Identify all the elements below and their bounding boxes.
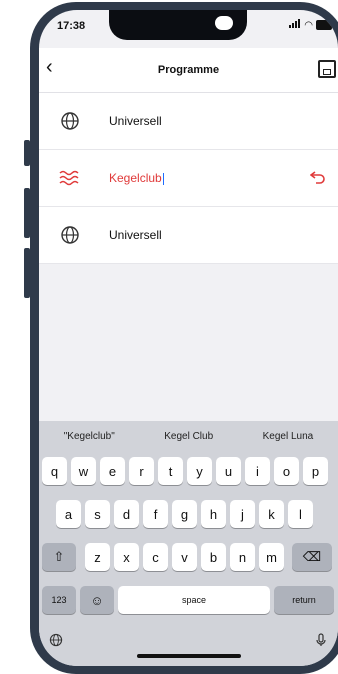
- list-item[interactable]: Universell: [39, 207, 338, 264]
- status-icons: ◠: [289, 19, 332, 31]
- on-screen-keyboard: "Kegelclub" Kegel Club Kegel Luna q w e …: [39, 421, 338, 666]
- camera-icon: [215, 16, 233, 30]
- key-row-3: ⇧ z x c v b n m ⌫: [39, 543, 338, 573]
- status-time: 17:38: [57, 20, 86, 32]
- delete-key[interactable]: ⌫: [292, 543, 332, 571]
- page-title: Programme: [157, 64, 220, 76]
- globe-icon[interactable]: [49, 633, 63, 650]
- key-a[interactable]: a: [56, 500, 81, 528]
- key-z[interactable]: z: [85, 543, 110, 571]
- key-i[interactable]: i: [245, 457, 270, 485]
- text-cursor: [162, 172, 164, 185]
- return-key[interactable]: return: [274, 586, 334, 614]
- emoji-icon: ☺: [90, 592, 104, 608]
- battery-icon: [316, 20, 332, 30]
- key-g[interactable]: g: [172, 500, 197, 528]
- save-icon[interactable]: [318, 60, 336, 78]
- key-row-1: q w e r t y u i o p: [39, 457, 338, 487]
- globe-icon: [59, 224, 81, 246]
- key-t[interactable]: t: [158, 457, 183, 485]
- numbers-key[interactable]: 123: [42, 586, 76, 614]
- key-m[interactable]: m: [259, 543, 284, 571]
- key-row-2: a s d f g h j k l: [39, 500, 338, 530]
- key-p[interactable]: p: [303, 457, 328, 485]
- wifi-icon: ◠: [304, 19, 313, 31]
- key-q[interactable]: q: [42, 457, 67, 485]
- list-item-active[interactable]: Kegelclub: [39, 150, 338, 207]
- key-b[interactable]: b: [201, 543, 226, 571]
- suggestion-item[interactable]: Kegel Club: [164, 431, 213, 442]
- key-u[interactable]: u: [216, 457, 241, 485]
- notch: [109, 10, 247, 40]
- key-c[interactable]: c: [143, 543, 168, 571]
- microphone-icon[interactable]: [316, 633, 326, 650]
- back-chevron-icon[interactable]: ‹: [46, 56, 53, 79]
- key-s[interactable]: s: [85, 500, 110, 528]
- key-l[interactable]: l: [288, 500, 313, 528]
- list-item-label: Universell: [109, 228, 162, 242]
- key-f[interactable]: f: [143, 500, 168, 528]
- key-x[interactable]: x: [114, 543, 139, 571]
- globe-icon: [59, 110, 81, 132]
- program-list: Universell Kegelclub Universell: [39, 93, 338, 264]
- name-edit-value: Kegelclub: [109, 171, 162, 185]
- name-edit-field[interactable]: Kegelclub: [109, 171, 164, 185]
- key-row-4: 123 ☺ space return: [39, 586, 338, 616]
- suggestion-bar: "Kegelclub" Kegel Club Kegel Luna: [39, 421, 338, 451]
- navigation-bar: ‹ Programme: [39, 48, 338, 93]
- suggestion-item[interactable]: "Kegelclub": [64, 431, 115, 442]
- key-w[interactable]: w: [71, 457, 96, 485]
- suggestion-item[interactable]: Kegel Luna: [263, 431, 314, 442]
- key-v[interactable]: v: [172, 543, 197, 571]
- delete-icon: ⌫: [302, 549, 322, 564]
- key-e[interactable]: e: [100, 457, 125, 485]
- shift-icon: ⇧: [53, 549, 65, 564]
- list-item-label: Universell: [109, 114, 162, 128]
- key-y[interactable]: y: [187, 457, 212, 485]
- wave-icon: [59, 167, 81, 189]
- emoji-key[interactable]: ☺: [80, 586, 114, 614]
- undo-icon[interactable]: [309, 170, 326, 187]
- home-indicator: [137, 654, 241, 658]
- key-d[interactable]: d: [114, 500, 139, 528]
- signal-icon: [289, 19, 301, 31]
- key-r[interactable]: r: [129, 457, 154, 485]
- key-j[interactable]: j: [230, 500, 255, 528]
- key-o[interactable]: o: [274, 457, 299, 485]
- key-n[interactable]: n: [230, 543, 255, 571]
- phone-screen: 17:38 ◠ ‹ Programme Universell Kegelclub…: [39, 10, 338, 666]
- space-key[interactable]: space: [118, 586, 270, 614]
- list-item[interactable]: Universell: [39, 93, 338, 150]
- shift-key[interactable]: ⇧: [42, 543, 76, 571]
- key-h[interactable]: h: [201, 500, 226, 528]
- key-k[interactable]: k: [259, 500, 284, 528]
